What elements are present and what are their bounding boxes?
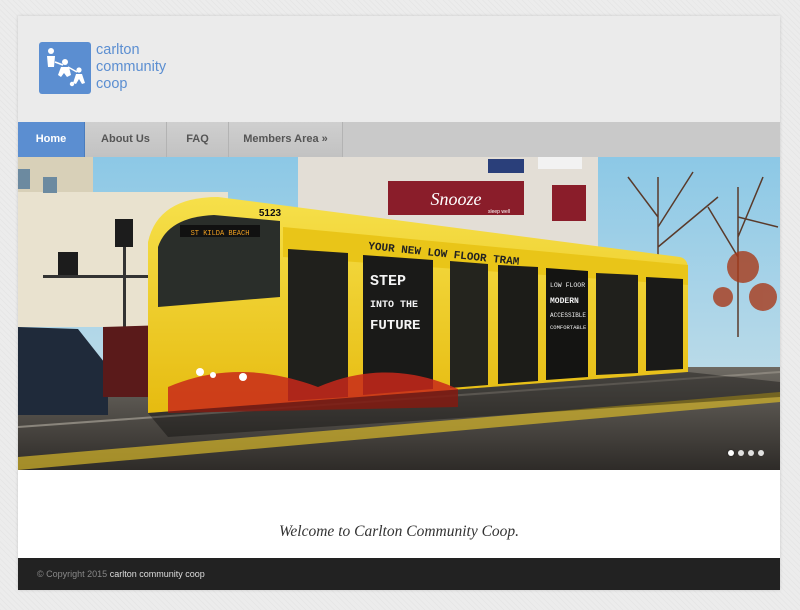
copyright-text: © Copyright 2015 [37, 569, 108, 579]
hero-slider[interactable]: Snooze sleep well ST KILDA BEACH 5123 YO… [18, 157, 780, 470]
tram-number: 5123 [259, 208, 282, 219]
welcome-text: Welcome to Carlton Community Coop. [278, 523, 520, 540]
welcome-section: Welcome to Carlton Community Coop. [18, 470, 780, 558]
slide-dot-4[interactable] [758, 450, 764, 456]
slide-dot-3[interactable] [748, 450, 754, 456]
logo-line-1: carlton [96, 42, 140, 58]
tram-panel-line-3: ACCESSIBLE [550, 312, 586, 319]
tram-slogan-1: STEP [370, 273, 406, 290]
tram-panel-line-1: LOW FLOOR [550, 282, 585, 289]
site-header: carlton community coop [18, 16, 780, 122]
slider-dots [728, 450, 764, 456]
tram-panel-line-4: COMFORTABLE [550, 324, 587, 331]
main-nav: Home About Us FAQ Members Area » [18, 122, 780, 157]
snooze-tagline: sleep well [488, 209, 510, 215]
site-footer: © Copyright 2015 carlton community coop [18, 558, 780, 590]
tram-slogan-3: FUTURE [370, 318, 420, 334]
logo-line-3: coop [96, 76, 128, 92]
site-logo[interactable]: carlton community coop [39, 42, 166, 94]
nav-members-area[interactable]: Members Area » [229, 122, 343, 157]
snooze-sign: Snooze [431, 189, 482, 209]
nav-home[interactable]: Home [18, 122, 85, 157]
slide-dot-2[interactable] [738, 450, 744, 456]
slide-dot-1[interactable] [728, 450, 734, 456]
page-container: carlton community coop Home About Us FAQ… [18, 16, 780, 590]
tram-photo: Snooze sleep well ST KILDA BEACH 5123 YO… [18, 157, 780, 470]
logo-text: carlton community coop [96, 42, 166, 93]
footer-brand-link[interactable]: carlton community coop [110, 569, 205, 579]
footer-copyright: © Copyright 2015 carlton community coop [37, 569, 205, 579]
nav-faq[interactable]: FAQ [167, 122, 229, 157]
tram-panel-line-2: MODERN [550, 297, 579, 306]
logo-line-2: community [96, 59, 167, 75]
nav-about-us[interactable]: About Us [85, 122, 167, 157]
tram-slogan-2: INTO THE [370, 300, 418, 311]
destination-sign: ST KILDA BEACH [191, 230, 250, 238]
people-logo-icon [39, 42, 91, 94]
